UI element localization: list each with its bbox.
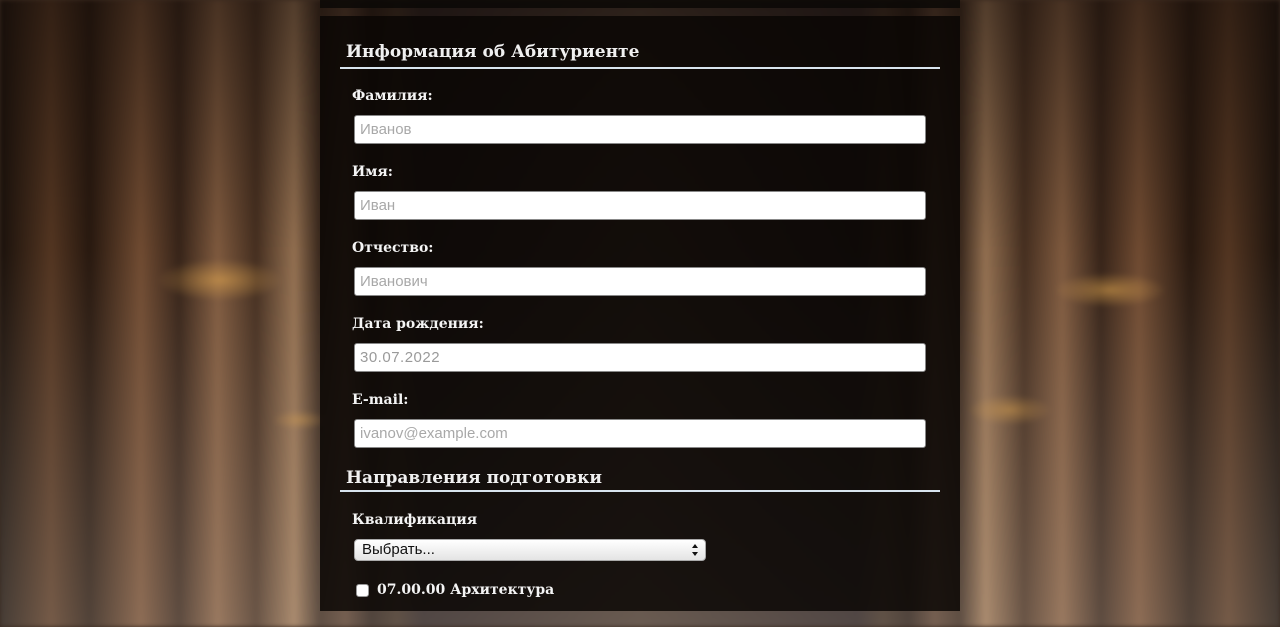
- applicant-info-heading: Информация об Абитуриенте: [340, 16, 940, 69]
- select-arrows-icon: [692, 544, 698, 556]
- email-field: E-mail:: [340, 392, 940, 448]
- qualification-label: Квалификация: [352, 512, 478, 528]
- direction-option-architecture[interactable]: 07.00.00 Архитектура: [356, 582, 926, 598]
- directions-heading: Направления подготовки: [340, 448, 940, 492]
- name-field: Имя:: [340, 164, 940, 220]
- patronymic-label: Отчество:: [352, 240, 434, 256]
- qualification-field: Квалификация Выбрать... 07.00.00 Архитек…: [340, 512, 940, 598]
- qualification-selected-value: Выбрать...: [362, 541, 435, 558]
- top-strip: [320, 0, 960, 8]
- birth-date-value: 30.07.2022: [360, 349, 441, 366]
- name-label: Имя:: [352, 164, 393, 180]
- architecture-checkbox-label: 07.00.00 Архитектура: [377, 582, 555, 598]
- qualification-select[interactable]: Выбрать...: [354, 539, 706, 561]
- name-input[interactable]: [354, 191, 926, 220]
- architecture-checkbox[interactable]: [356, 583, 369, 597]
- patronymic-field: Отчество:: [340, 240, 940, 296]
- email-label: E-mail:: [352, 392, 409, 408]
- surname-label: Фамилия:: [352, 88, 433, 104]
- surname-field: Фамилия:: [340, 88, 940, 144]
- birth-date-label: Дата рождения:: [352, 316, 484, 332]
- birth-date-field: Дата рождения: 30.07.2022: [340, 316, 940, 372]
- birth-date-input[interactable]: 30.07.2022: [354, 343, 926, 372]
- surname-input[interactable]: [354, 115, 926, 144]
- email-input[interactable]: [354, 419, 926, 448]
- application-form: Информация об Абитуриенте Фамилия: Имя: …: [320, 16, 960, 611]
- patronymic-input[interactable]: [354, 267, 926, 296]
